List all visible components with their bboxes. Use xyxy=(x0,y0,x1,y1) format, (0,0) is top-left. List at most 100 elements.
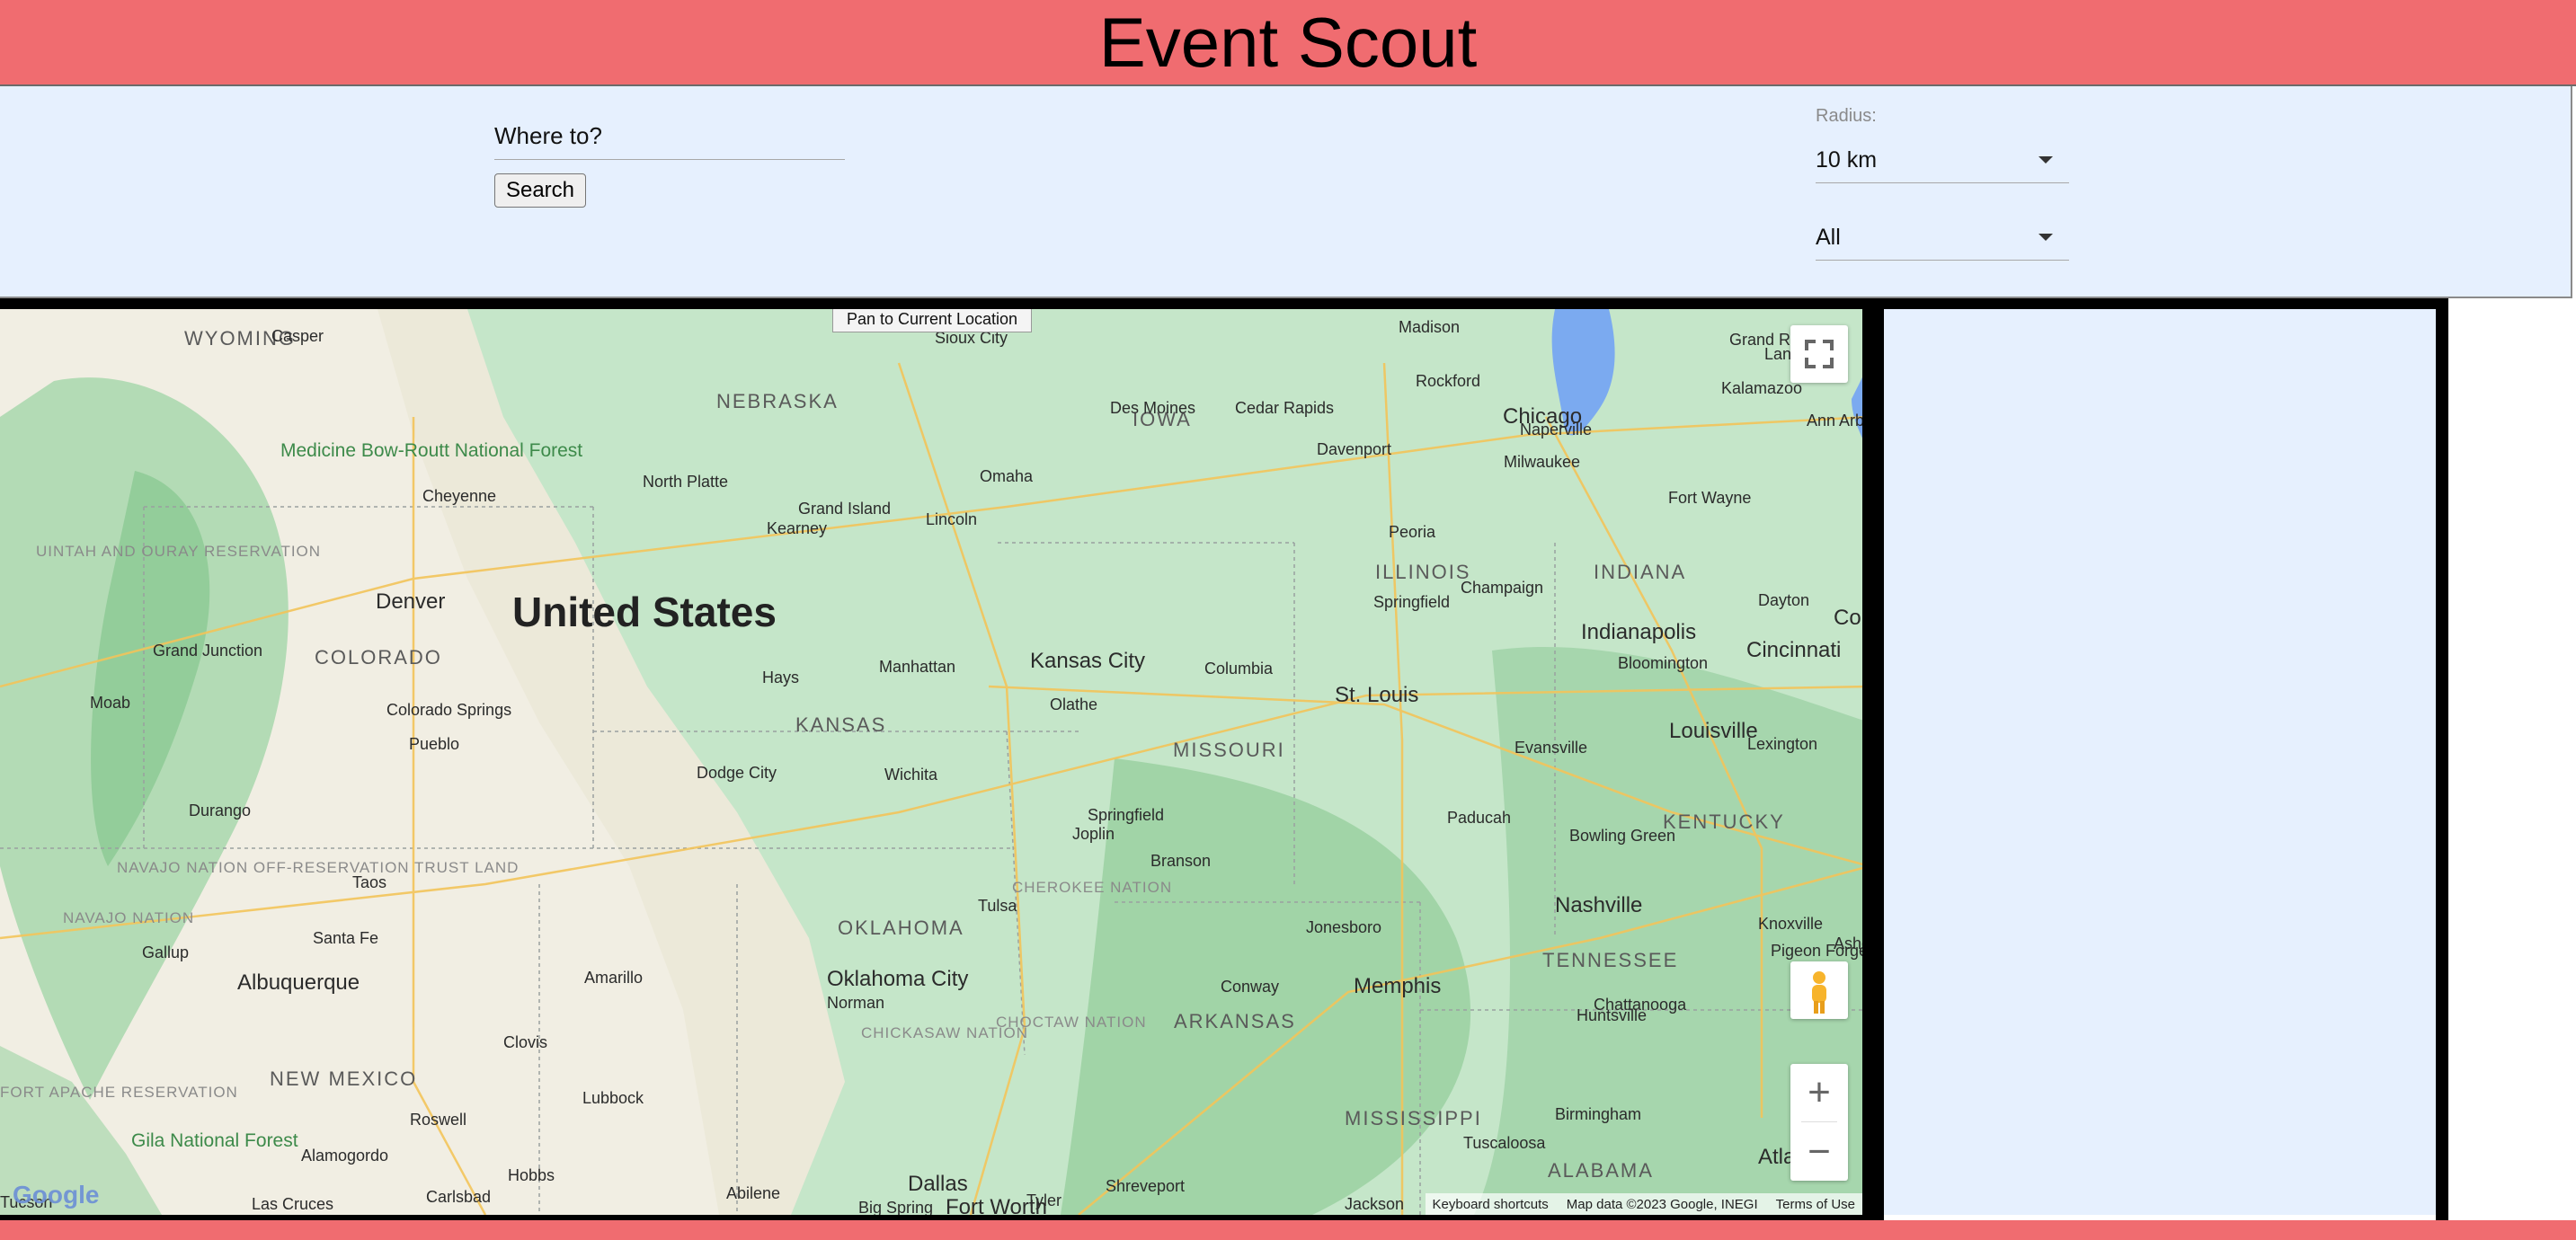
state-label: KENTUCKY xyxy=(1663,810,1785,833)
city-label: Cheyenne xyxy=(422,487,497,505)
radius-label: Radius: xyxy=(1816,106,1877,126)
results-border xyxy=(2436,298,2448,1220)
pan-to-current-location-button[interactable]: Pan to Current Location xyxy=(832,309,1032,332)
city-label: Big Spring xyxy=(858,1199,934,1217)
zoom-in-button[interactable]: + xyxy=(1790,1064,1848,1121)
google-logo: Google xyxy=(13,1181,100,1209)
state-label: OKLAHOMA xyxy=(838,917,964,939)
city-label: St. Louis xyxy=(1335,683,1419,707)
footer-bar xyxy=(0,1220,2576,1240)
city-label: Roswell xyxy=(410,1111,467,1129)
reservation-label: CHEROKEE NATION xyxy=(1012,879,1173,896)
state-label: KANSAS xyxy=(795,713,887,736)
reservation-label: UINTAH AND OURAY RESERVATION xyxy=(36,543,322,560)
city-label: Des Moines xyxy=(1110,399,1196,417)
city-label: Indianapolis xyxy=(1581,620,1697,644)
city-label: Kansas City xyxy=(1030,649,1146,673)
pegman-icon xyxy=(1812,971,1826,1014)
map-data-credit: Map data ©2023 Google, INEGI xyxy=(1566,1196,1758,1212)
dropdown-arrow-icon xyxy=(2039,156,2053,164)
city-label: Peoria xyxy=(1389,523,1436,541)
city-label: Bowling Green xyxy=(1569,827,1676,845)
reservation-label: NAVAJO NATION OFF-RESERVATION TRUST LAND xyxy=(117,859,520,876)
search-button[interactable]: Search xyxy=(494,173,586,208)
city-label: Columbia xyxy=(1204,660,1274,678)
keyboard-shortcuts-link[interactable]: Keyboard shortcuts xyxy=(1433,1197,1549,1212)
city-label: Tyler xyxy=(1026,1191,1062,1209)
results-panel xyxy=(1884,309,2436,1215)
city-label: Albuquerque xyxy=(237,970,360,995)
city-label: Hays xyxy=(762,669,800,686)
location-search-input[interactable] xyxy=(494,113,845,160)
app-header: Event Scout xyxy=(0,0,2576,86)
dropdown-arrow-icon xyxy=(2039,234,2053,241)
city-label: Shreveport xyxy=(1106,1177,1186,1195)
city-label: Lincoln xyxy=(926,510,978,528)
city-label: Davenport xyxy=(1317,440,1392,458)
terms-of-use-link[interactable]: Terms of Use xyxy=(1776,1197,1855,1212)
zoom-out-button[interactable]: − xyxy=(1790,1123,1848,1181)
city-label: Springfield xyxy=(1373,593,1451,611)
search-panel: Search Radius: 10 km All xyxy=(0,86,2572,298)
city-label: Olathe xyxy=(1050,695,1098,713)
city-label: Birmingham xyxy=(1555,1105,1642,1123)
city-label: Tuscaloosa xyxy=(1463,1134,1546,1152)
city-label: Cincinnati xyxy=(1746,638,1842,662)
state-label: COLORADO xyxy=(315,646,442,669)
street-view-pegman-button[interactable] xyxy=(1790,961,1848,1019)
state-label: ALABAMA xyxy=(1548,1159,1654,1182)
map-divider xyxy=(1862,298,1884,1220)
city-label: Norman xyxy=(827,994,885,1012)
city-label: Alamogordo xyxy=(301,1147,389,1165)
state-label: MISSISSIPPI xyxy=(1345,1107,1482,1129)
city-label: Branson xyxy=(1150,852,1212,870)
state-label: ARKANSAS xyxy=(1174,1010,1296,1032)
city-label: Colorado Springs xyxy=(386,701,512,719)
city-label: Springfield xyxy=(1088,806,1165,824)
city-label: Clovis xyxy=(503,1033,548,1051)
category-select[interactable]: All xyxy=(1816,219,2069,261)
results-border xyxy=(1884,298,2448,309)
state-label: ILLINOIS xyxy=(1375,561,1471,583)
state-label: TENNESSEE xyxy=(1542,949,1679,971)
radius-select[interactable]: 10 km xyxy=(1816,142,2069,183)
fullscreen-button[interactable] xyxy=(1790,325,1848,383)
city-label: Amarillo xyxy=(584,969,644,987)
city-label: Chattanooga xyxy=(1594,996,1687,1014)
city-label: Louisville xyxy=(1669,719,1758,743)
city-label: Carlsbad xyxy=(426,1188,492,1206)
city-label: Dayton xyxy=(1758,591,1810,609)
map-container[interactable]: United States WYOMING NEBRASKA IOWA ILLINOIS… xyxy=(0,298,1870,1220)
state-label: INDIANA xyxy=(1594,561,1687,583)
reservation-label: CHOCTAW NATION xyxy=(996,1014,1147,1031)
city-label: Kearney xyxy=(767,519,828,537)
city-label: Las Cruces xyxy=(252,1195,334,1213)
city-label: Oklahoma City xyxy=(827,967,969,991)
state-label: MISSOURI xyxy=(1173,739,1285,761)
city-label: Joplin xyxy=(1072,825,1115,843)
city-label: Dodge City xyxy=(697,764,777,782)
radius-selected-value: 10 km xyxy=(1816,147,1878,173)
app-title: Event Scout xyxy=(1098,3,1478,82)
city-label: Abilene xyxy=(726,1184,781,1202)
city-label: Knoxville xyxy=(1758,915,1824,933)
city-label: Tulsa xyxy=(978,897,1017,915)
city-label: Gallup xyxy=(142,943,190,961)
city-label: Casper xyxy=(271,327,324,345)
city-label: Pueblo xyxy=(409,735,460,753)
city-label: Madison xyxy=(1399,318,1461,336)
city-label: Jonesboro xyxy=(1306,918,1382,936)
fullscreen-icon xyxy=(1805,340,1834,368)
city-label: Hobbs xyxy=(508,1166,555,1184)
park-label: Gila National Forest xyxy=(131,1130,298,1151)
city-label: Fort Wayne xyxy=(1668,489,1752,507)
city-label: Durango xyxy=(189,802,252,819)
city-label: Jackson xyxy=(1345,1195,1405,1213)
city-label: Wichita xyxy=(884,766,938,784)
city-label: North Platte xyxy=(643,473,729,491)
city-label: Evansville xyxy=(1515,739,1588,757)
city-label: Lubbock xyxy=(582,1089,644,1107)
city-label: Grand Island xyxy=(798,500,892,518)
city-label: Moab xyxy=(90,694,131,712)
zoom-controls: + − xyxy=(1790,1064,1848,1181)
